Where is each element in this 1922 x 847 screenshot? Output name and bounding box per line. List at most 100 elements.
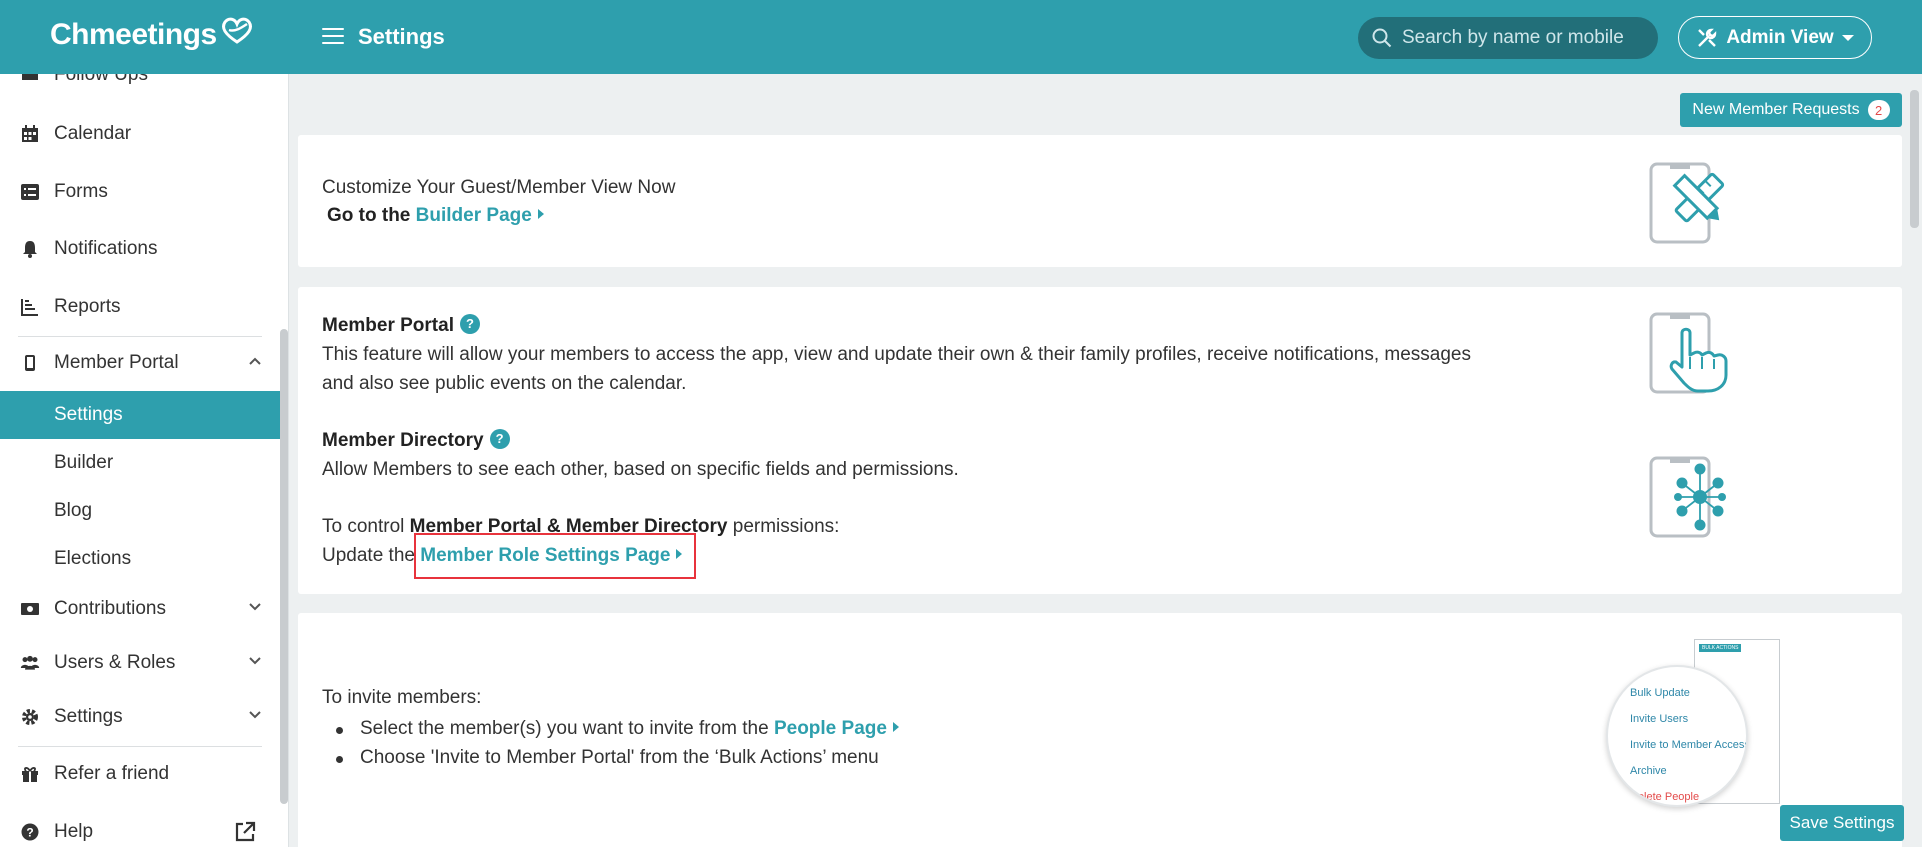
sidebar-sub-elections[interactable]: Elections bbox=[0, 535, 280, 583]
app-logo[interactable]: Chmeetings bbox=[50, 17, 255, 52]
new-requests-label: New Member Requests bbox=[1692, 101, 1860, 118]
admin-view-label: Admin View bbox=[1726, 26, 1834, 48]
bulk-actions-magnifier: Bulk Update Invite Users Invite to Membe… bbox=[1606, 665, 1748, 807]
sidebar-item-users-roles[interactable]: Users & Roles bbox=[0, 640, 280, 686]
chevron-down-icon bbox=[249, 603, 261, 611]
question-icon: ? bbox=[20, 822, 40, 842]
sidebar-item-label: Refer a friend bbox=[54, 763, 170, 784]
sidebar-sub-label: Elections bbox=[54, 548, 132, 569]
gear-icon bbox=[20, 707, 40, 727]
sidebar-item-label: Users & Roles bbox=[54, 652, 176, 673]
sidebar-item-label: Follow Ups bbox=[54, 74, 148, 85]
logo-text: Chmeetings bbox=[50, 18, 217, 51]
svg-text:?: ? bbox=[26, 826, 33, 840]
help-icon[interactable]: ? bbox=[459, 313, 480, 334]
sidebar-item-label: Forms bbox=[54, 181, 108, 202]
sidebar-item-refer[interactable]: Refer a friend bbox=[0, 751, 280, 797]
sidebar-item-notifications[interactable]: Notifications bbox=[0, 226, 280, 272]
network-phone-illustration-icon bbox=[1649, 456, 1726, 538]
sidebar-sub-blog[interactable]: Blog bbox=[0, 487, 280, 535]
search-input[interactable] bbox=[1402, 27, 1652, 49]
bulk-actions-illustration: BULK ACTIONS Bulk Update Invite Users In… bbox=[1606, 637, 1790, 809]
caret-right-icon bbox=[892, 721, 899, 732]
chevron-down-icon bbox=[249, 711, 261, 719]
money-icon bbox=[20, 599, 40, 619]
menu-invite-users: Invite Users bbox=[1630, 713, 1689, 725]
sidebar-item-label: Notifications bbox=[54, 238, 158, 259]
chevron-down-icon bbox=[1841, 34, 1854, 41]
forms-icon bbox=[20, 182, 40, 202]
sidebar-sub-builder[interactable]: Builder bbox=[0, 439, 280, 487]
sidebar-sub-settings[interactable]: Settings bbox=[0, 391, 280, 439]
invite-step-2: Choose 'Invite to Member Portal' from th… bbox=[322, 747, 899, 769]
search-icon bbox=[1372, 28, 1392, 48]
sidebar-item-label: Member Portal bbox=[54, 352, 179, 373]
sidebar-divider bbox=[18, 336, 262, 337]
tools-icon bbox=[1698, 28, 1717, 47]
customize-text: Customize Your Guest/Member View Now bbox=[322, 177, 676, 198]
menu-archive: Archive bbox=[1630, 765, 1667, 777]
sidebar-sub-label: Builder bbox=[54, 452, 114, 473]
step1-prefix: Select the member(s) you want to invite … bbox=[360, 718, 769, 739]
main-scrollbar[interactable] bbox=[1910, 90, 1919, 228]
sidebar-item-member-portal[interactable]: Member Portal bbox=[0, 340, 280, 386]
sidebar-item-help[interactable]: ? Help bbox=[0, 809, 280, 847]
touch-phone-illustration-icon bbox=[1649, 312, 1728, 394]
search-box[interactable] bbox=[1358, 17, 1658, 59]
builder-illustration-icon bbox=[1649, 162, 1725, 244]
sidebar-item-label: Settings bbox=[54, 706, 123, 727]
invite-steps-list: Select the member(s) you want to invite … bbox=[322, 718, 899, 776]
sidebar-item-calendar[interactable]: Calendar bbox=[0, 111, 280, 157]
mobile-icon bbox=[20, 353, 40, 373]
builder-prefix: Go to the bbox=[327, 205, 411, 226]
people-page-link[interactable]: People Page bbox=[774, 718, 899, 739]
follow-ups-icon bbox=[20, 74, 40, 85]
menu-toggle-icon[interactable] bbox=[322, 28, 344, 46]
top-bar: Chmeetings Settings Admin View bbox=[0, 0, 1922, 74]
update-prefix: Update the bbox=[322, 545, 415, 566]
people-page-link-text: People Page bbox=[773, 718, 887, 739]
sidebar-sub-label: Settings bbox=[54, 404, 123, 425]
logo-heart-icon bbox=[221, 17, 252, 44]
sidebar-item-contributions[interactable]: Contributions bbox=[0, 586, 280, 632]
sidebar-sub-label: Blog bbox=[54, 500, 93, 521]
sidebar-item-follow-ups[interactable]: Follow Ups bbox=[0, 74, 280, 98]
directory-description: Allow Members to see each other, based o… bbox=[322, 459, 959, 480]
member-portal-card: Member Portal? This feature will allow y… bbox=[298, 287, 1902, 594]
admin-view-dropdown[interactable]: Admin View bbox=[1678, 16, 1872, 59]
sidebar-item-forms[interactable]: Forms bbox=[0, 169, 280, 215]
control-suffix: permissions: bbox=[732, 516, 840, 537]
requests-count-badge: 2 bbox=[1867, 100, 1890, 120]
builder-line: Go to the Builder Page bbox=[327, 205, 544, 227]
reports-icon bbox=[20, 297, 40, 317]
gift-icon bbox=[20, 764, 40, 784]
sidebar-item-settings[interactable]: Settings bbox=[0, 694, 280, 740]
customize-card: Customize Your Guest/Member View Now Go … bbox=[298, 135, 1902, 267]
help-icon[interactable]: ? bbox=[489, 428, 510, 449]
member-directory-title: Member Directory bbox=[322, 430, 484, 451]
external-link-icon[interactable] bbox=[234, 821, 256, 843]
users-icon bbox=[20, 653, 40, 673]
new-member-requests-button[interactable]: New Member Requests 2 bbox=[1680, 93, 1902, 127]
builder-page-link[interactable]: Builder Page bbox=[416, 205, 544, 226]
builder-page-link-text: Builder Page bbox=[415, 205, 532, 226]
sidebar-item-reports[interactable]: Reports bbox=[0, 284, 280, 330]
highlight-annotation bbox=[414, 533, 696, 579]
sidebar-scrollbar[interactable] bbox=[280, 329, 288, 804]
save-settings-button[interactable]: Save Settings bbox=[1780, 805, 1904, 841]
bulk-actions-mini-header: BULK ACTIONS bbox=[1699, 644, 1742, 652]
invite-title: To invite members: bbox=[322, 687, 482, 708]
bell-icon bbox=[20, 239, 40, 259]
menu-bulk-update: Bulk Update bbox=[1630, 687, 1690, 699]
invite-step-1: Select the member(s) you want to invite … bbox=[322, 718, 899, 740]
portal-description-line2: and also see public events on the calend… bbox=[322, 373, 687, 394]
member-portal-heading: Member Portal? bbox=[322, 313, 480, 337]
caret-right-icon bbox=[537, 208, 544, 219]
chevron-down-icon bbox=[249, 657, 261, 665]
sidebar-item-label: Calendar bbox=[54, 123, 132, 144]
sidebar-item-label: Help bbox=[54, 821, 94, 842]
sidebar: Follow Ups Calendar Forms Notifications … bbox=[0, 74, 289, 847]
sidebar-item-label: Contributions bbox=[54, 598, 166, 619]
member-portal-title: Member Portal bbox=[322, 315, 454, 336]
menu-delete-people: Delete People bbox=[1630, 791, 1700, 803]
